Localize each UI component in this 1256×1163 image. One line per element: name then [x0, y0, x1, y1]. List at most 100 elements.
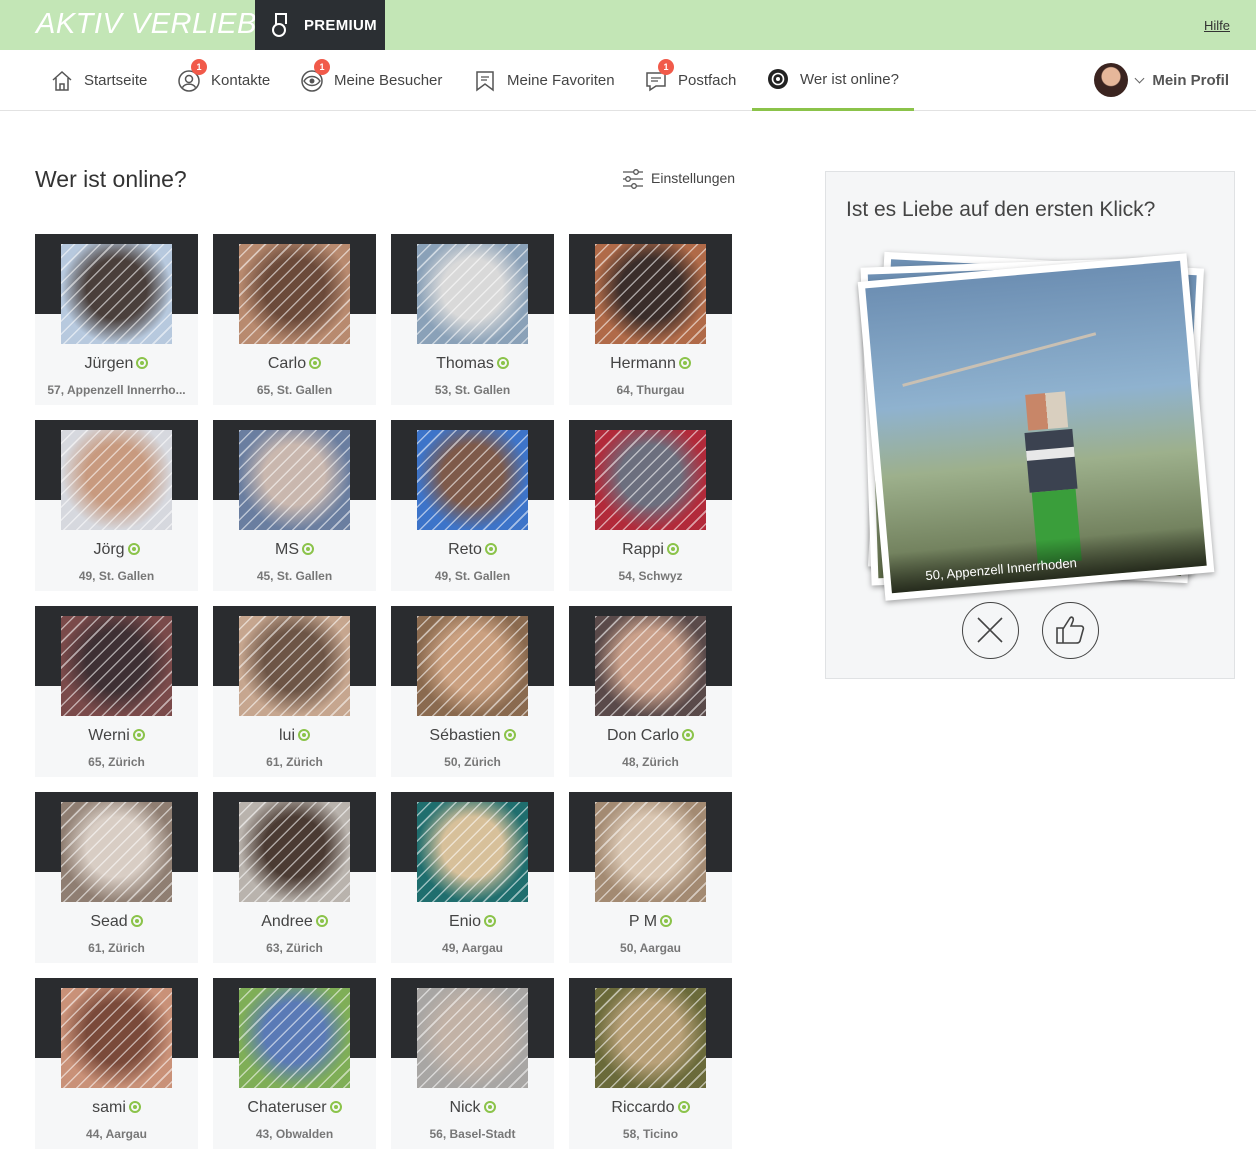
- member-name[interactable]: Riccardo: [569, 1099, 732, 1117]
- member-card[interactable]: Reto 49, St. Gallen: [391, 420, 554, 591]
- member-photo[interactable]: [595, 244, 706, 344]
- member-name[interactable]: Jürgen: [35, 355, 198, 373]
- bookmark-icon: [473, 69, 497, 93]
- help-link[interactable]: Hilfe: [1204, 18, 1230, 33]
- member-card[interactable]: Nick 56, Basel-Stadt: [391, 978, 554, 1149]
- main-nav: Startseite 1 Kontakte 1 Meine Besucher M…: [0, 50, 1256, 111]
- member-name[interactable]: Don Carlo: [569, 727, 732, 745]
- nav-besucher[interactable]: 1 Meine Besucher: [300, 50, 442, 111]
- member-name[interactable]: Hermann: [569, 355, 732, 373]
- member-card[interactable]: Chateruser 43, Obwalden: [213, 978, 376, 1149]
- eye-icon: 1: [300, 58, 330, 93]
- member-name-text: Carlo: [267, 355, 307, 372]
- member-age-location: 44, Aargau: [86, 1127, 147, 1141]
- settings-button[interactable]: Einstellungen: [622, 168, 735, 189]
- member-card[interactable]: Hermann 64, Thurgau: [569, 234, 732, 405]
- member-name-text: Andree: [261, 913, 313, 930]
- member-name[interactable]: Reto: [391, 541, 554, 559]
- member-card[interactable]: Jörg 49, St. Gallen: [35, 420, 198, 591]
- dislike-button[interactable]: [962, 602, 1019, 659]
- member-name[interactable]: Sébastien: [391, 727, 554, 745]
- nav-kontakte[interactable]: 1 Kontakte: [177, 50, 270, 111]
- member-name[interactable]: Carlo: [213, 355, 376, 373]
- member-name-text: Reto: [448, 541, 482, 558]
- member-photo[interactable]: [417, 988, 528, 1088]
- member-name[interactable]: Chateruser: [213, 1099, 376, 1117]
- online-status-icon: [496, 357, 509, 369]
- member-photo[interactable]: [239, 802, 350, 902]
- nav-online[interactable]: Wer ist online?: [752, 50, 914, 111]
- member-photo[interactable]: [61, 616, 172, 716]
- premium-button[interactable]: PREMIUM: [255, 0, 385, 50]
- member-photo[interactable]: [61, 988, 172, 1088]
- member-photo[interactable]: [239, 244, 350, 344]
- online-status-icon: [132, 729, 145, 741]
- member-photo[interactable]: [595, 616, 706, 716]
- member-card[interactable]: P M 50, Aargau: [569, 792, 732, 963]
- member-card[interactable]: Sead 61, Zürich: [35, 792, 198, 963]
- member-photo[interactable]: [61, 802, 172, 902]
- member-age-location: 50, Aargau: [620, 941, 681, 955]
- member-name[interactable]: Enio: [391, 913, 554, 931]
- member-card[interactable]: Thomas 53, St. Gallen: [391, 234, 554, 405]
- online-status-icon: [329, 1101, 342, 1113]
- online-status-icon: [130, 915, 143, 927]
- profile-photo-card[interactable]: 50, Appenzell Innerrhoden: [857, 253, 1215, 601]
- online-status-icon: [315, 915, 328, 927]
- online-status-icon: [677, 1101, 690, 1113]
- member-photo[interactable]: [595, 430, 706, 530]
- member-photo[interactable]: [417, 802, 528, 902]
- nav-favoriten[interactable]: Meine Favoriten: [473, 50, 615, 111]
- member-name[interactable]: MS: [213, 541, 376, 559]
- member-name[interactable]: Sead: [35, 913, 198, 931]
- member-name[interactable]: Jörg: [35, 541, 198, 559]
- member-card[interactable]: Sébastien 50, Zürich: [391, 606, 554, 777]
- member-name[interactable]: sami: [35, 1099, 198, 1117]
- member-card[interactable]: Jürgen 57, Appenzell Innerrho...: [35, 234, 198, 405]
- member-name[interactable]: P M: [569, 913, 732, 931]
- panel-title: Ist es Liebe auf den ersten Klick?: [846, 198, 1156, 221]
- member-name-text: Riccardo: [611, 1099, 675, 1116]
- member-photo[interactable]: [417, 430, 528, 530]
- member-name[interactable]: Nick: [391, 1099, 554, 1117]
- member-name-text: Jörg: [93, 541, 125, 558]
- photo-stack: 47 50, Appenzell Innerrhoden: [857, 251, 1215, 601]
- avatar: [1094, 63, 1129, 97]
- member-name[interactable]: lui: [213, 727, 376, 745]
- top-bar: AKTIV VERLIEBT PREMIUM Hilfe: [0, 0, 1256, 50]
- member-card[interactable]: Riccardo 58, Ticino: [569, 978, 732, 1149]
- member-card[interactable]: Carlo 65, St. Gallen: [213, 234, 376, 405]
- member-name[interactable]: Thomas: [391, 355, 554, 373]
- member-photo[interactable]: [417, 616, 528, 716]
- member-photo[interactable]: [239, 988, 350, 1088]
- nav-startseite[interactable]: Startseite: [50, 50, 147, 111]
- profile-menu[interactable]: Mein Profil: [1094, 62, 1229, 98]
- sliders-icon: [622, 168, 643, 189]
- member-card[interactable]: MS 45, St. Gallen: [213, 420, 376, 591]
- member-photo[interactable]: [239, 430, 350, 530]
- online-status-icon: [483, 1101, 496, 1113]
- close-icon: [977, 617, 1003, 643]
- member-card[interactable]: sami 44, Aargau: [35, 978, 198, 1149]
- member-card[interactable]: Werni 65, Zürich: [35, 606, 198, 777]
- member-name[interactable]: Rappi: [569, 541, 732, 559]
- like-button[interactable]: [1042, 602, 1099, 659]
- member-photo[interactable]: [61, 430, 172, 530]
- nav-postfach[interactable]: 1 Postfach: [644, 50, 736, 111]
- member-photo[interactable]: [61, 244, 172, 344]
- member-card[interactable]: Enio 49, Aargau: [391, 792, 554, 963]
- online-status-icon: [302, 543, 314, 555]
- member-card[interactable]: lui 61, Zürich: [213, 606, 376, 777]
- member-name-text: Nick: [449, 1099, 481, 1116]
- member-photo[interactable]: [239, 616, 350, 716]
- member-photo[interactable]: [595, 988, 706, 1088]
- member-photo[interactable]: [595, 802, 706, 902]
- member-card[interactable]: Don Carlo 48, Zürich: [569, 606, 732, 777]
- member-name-text: P M: [628, 913, 658, 930]
- member-name[interactable]: Werni: [35, 727, 198, 745]
- member-card[interactable]: Rappi 54, Schwyz: [569, 420, 732, 591]
- member-card[interactable]: Andree 63, Zürich: [213, 792, 376, 963]
- logo[interactable]: AKTIV VERLIEBT: [36, 8, 275, 41]
- member-name[interactable]: Andree: [213, 913, 376, 931]
- member-photo[interactable]: [417, 244, 528, 344]
